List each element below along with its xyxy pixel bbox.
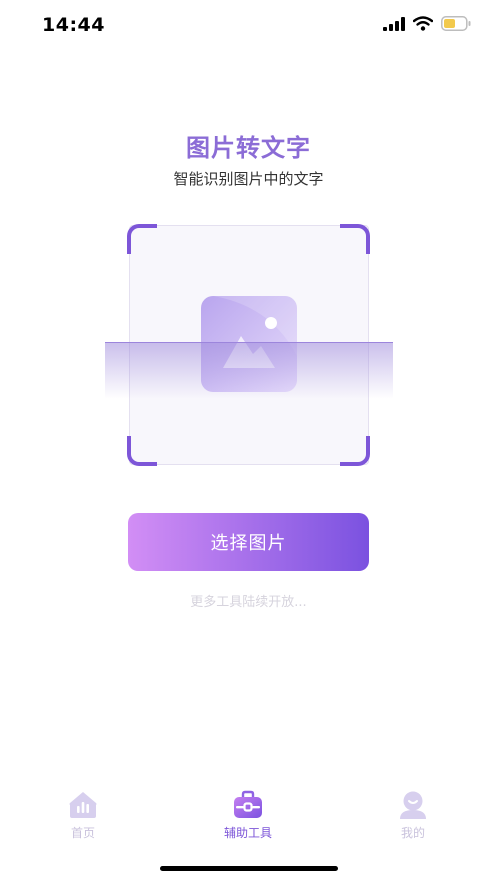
user-icon: [400, 791, 426, 819]
page-subtitle: 智能识别图片中的文字: [173, 170, 324, 188]
scan-corner-top-left: [127, 224, 157, 254]
scan-line: [105, 342, 393, 399]
tab-mine-label: 我的: [400, 826, 425, 840]
more-tools-note: 更多工具陆续开放...: [190, 595, 307, 610]
battery-icon: [441, 16, 471, 31]
tab-home[interactable]: 首页: [33, 785, 133, 845]
scan-corner-bottom-right: [340, 436, 370, 466]
toolbox-icon: [234, 790, 262, 818]
status-time: 14:44: [42, 14, 105, 36]
status-bar: 14:44: [0, 0, 497, 54]
tab-home-label: 首页: [70, 826, 95, 840]
home-indicator[interactable]: [160, 866, 338, 871]
status-icons: [383, 16, 471, 31]
wifi-icon: [413, 16, 433, 31]
tab-tools[interactable]: 辅助工具: [198, 785, 298, 845]
tab-tools-label: 辅助工具: [223, 826, 272, 840]
tab-bar: 首页 辅助工具 我的: [0, 785, 497, 845]
scan-corner-bottom-left: [127, 436, 157, 466]
tab-mine[interactable]: 我的: [363, 785, 463, 845]
select-image-button[interactable]: 选择图片: [128, 513, 369, 571]
home-chart-icon: [69, 792, 97, 818]
scan-corner-top-right: [340, 224, 370, 254]
signal-icon: [383, 16, 405, 31]
page-title: 图片转文字: [186, 134, 311, 162]
